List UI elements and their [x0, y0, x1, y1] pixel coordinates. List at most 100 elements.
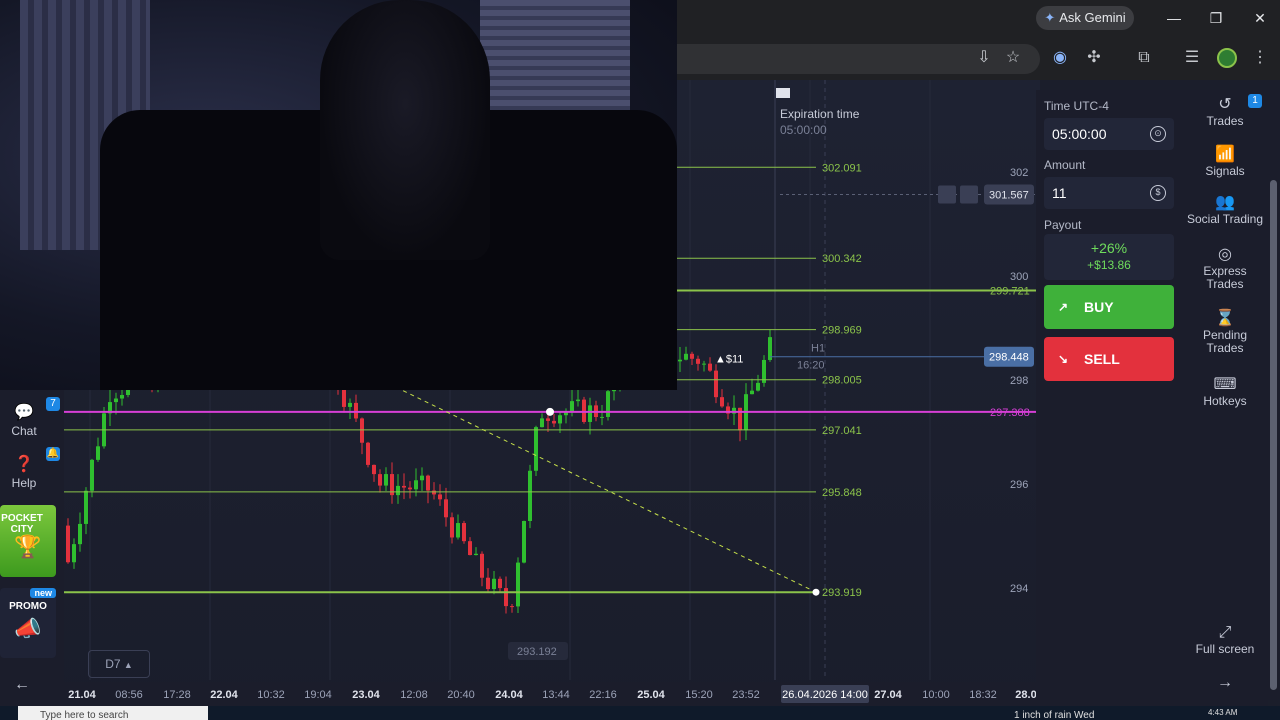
candle-body [114, 398, 118, 403]
candle-body [600, 416, 604, 418]
candle-body [552, 420, 556, 424]
time-tick-label: 10:00 [922, 689, 950, 701]
arrow-up-right-icon: ↗ [1058, 300, 1069, 314]
trades-badge: 1 [1248, 94, 1262, 108]
candle-body [588, 405, 592, 422]
candle-body [534, 427, 538, 471]
sell-button[interactable]: ↘ SELL [1044, 337, 1174, 381]
candle-body [528, 470, 532, 521]
candle-body [570, 401, 574, 412]
buy-button[interactable]: ↗ BUY [1044, 285, 1174, 329]
chat-label: Chat [11, 424, 37, 438]
nav-social-label: Social Trading [1186, 212, 1264, 226]
extension-circle-icon[interactable]: ◉ [1046, 44, 1074, 72]
pocket-city-banner[interactable]: POCKET CITY 🏆 [0, 505, 56, 577]
time-tick-label: 10:32 [257, 689, 285, 701]
candle-body [678, 359, 682, 362]
nav-express-trades[interactable]: ◎ Express Trades [1182, 246, 1268, 291]
nav-fullscreen[interactable]: ⤢ Full screen [1182, 625, 1268, 656]
taskbar-search[interactable]: Type here to search [18, 706, 208, 720]
candle-body [96, 446, 100, 460]
crosshair-price: 301.567 [989, 190, 1029, 202]
level-label: 293.919 [822, 587, 862, 599]
restore-button[interactable]: ❐ [1196, 6, 1236, 30]
megaphone-icon: 📣 [14, 616, 42, 641]
pocket-city-trophy-icon: 🏆 [14, 534, 42, 559]
help-icon: ❓ [14, 456, 34, 473]
extensions-puzzle-icon[interactable]: ✣ [1080, 44, 1108, 72]
candle-body [540, 418, 544, 428]
hourglass-icon: ⌛ [1215, 310, 1235, 327]
candle-body [366, 442, 370, 465]
menu-kebab-icon[interactable]: ⋮ [1246, 44, 1274, 72]
price-tick-label: 302 [1010, 167, 1028, 179]
tab-search-icon[interactable]: ⧉ [1130, 44, 1158, 72]
nav-social-trading[interactable]: 👥 Social Trading [1182, 195, 1268, 226]
nav-hotkeys-label: Hotkeys [1203, 394, 1247, 408]
time-tick-label: 23:52 [732, 689, 760, 701]
profile-avatar[interactable] [1217, 48, 1237, 68]
chevron-up-icon: ▲ [123, 660, 133, 670]
candle-body [456, 523, 460, 538]
candle-body [396, 485, 400, 496]
candle-body [576, 399, 580, 402]
nav-pending-trades[interactable]: ⌛ Pending Trades [1182, 310, 1268, 355]
candle-body [414, 480, 418, 490]
level-label: 298.005 [822, 375, 862, 387]
help-bell-badge: 🔔 [46, 447, 60, 461]
candle-body [348, 402, 352, 407]
time-value: 05:00:00 [1052, 126, 1107, 142]
time-tick-label: 23.04 [352, 689, 380, 701]
time-tick-label: 22:16 [589, 689, 617, 701]
help-button[interactable]: ❓ Help [0, 454, 48, 490]
candle-body [486, 577, 490, 590]
scrollbar[interactable] [1268, 90, 1280, 700]
price-tick-label: 298 [1010, 375, 1028, 387]
time-tick-label: 15:20 [685, 689, 713, 701]
time-tick-label: 25.04 [637, 689, 665, 701]
candle-body [90, 459, 94, 491]
candle-body [582, 399, 586, 422]
target-icon: ◎ [1218, 246, 1232, 263]
candle-body [480, 553, 484, 578]
chat-button[interactable]: 💬 Chat [0, 402, 48, 438]
candle-body [708, 363, 712, 371]
install-app-icon[interactable]: ⇩ [970, 44, 998, 72]
timeframe-label: H1 [811, 343, 825, 355]
candle-body [474, 553, 478, 556]
bookmark-star-icon[interactable]: ☆ [999, 44, 1027, 72]
candle-body [696, 358, 700, 364]
timeframe-selector[interactable]: D7 ▲ [88, 650, 150, 678]
candle-body [516, 562, 520, 607]
low-price-label: 293.192 [517, 646, 557, 658]
dollar-icon[interactable]: $ [1150, 185, 1166, 201]
candle-body [342, 389, 346, 407]
candle-body [684, 353, 688, 360]
time-tick-label: 24.04 [495, 689, 523, 701]
minimize-button[interactable]: — [1154, 6, 1194, 30]
trend-line-end-dot [812, 588, 820, 596]
arrow-right-icon[interactable]: → [1182, 675, 1268, 691]
right-nav: ↺ Trades 1 📶 Signals 👥 Social Trading ◎ Expr… [1182, 90, 1268, 720]
windows-taskbar: Type here to search 1 inch of rain Wed 4… [0, 706, 1280, 720]
nav-signals-label: Signals [1205, 164, 1245, 178]
nav-signals[interactable]: 📶 Signals [1182, 147, 1268, 178]
candle-body [510, 606, 514, 608]
timer-icon[interactable]: ⊙ [1150, 126, 1166, 142]
arrow-left-icon[interactable]: ← [14, 676, 30, 694]
clock-time: 4:43 AM [1208, 708, 1238, 717]
time-input[interactable]: 05:00:00 ⊙ [1044, 118, 1174, 150]
time-tick-label: 21.04 [68, 689, 96, 701]
payout-percent: +26% [1090, 240, 1128, 256]
amount-input[interactable]: 11 $ [1044, 177, 1174, 209]
payout-label: Payout [1044, 218, 1082, 232]
media-controls-icon[interactable]: ☰ [1178, 44, 1206, 72]
time-tick-label: 12:08 [400, 689, 428, 701]
candle-body [714, 370, 718, 398]
promo-banner[interactable]: new PROMO 📣 [0, 588, 56, 658]
nav-hotkeys[interactable]: ⌨ Hotkeys [1182, 377, 1268, 408]
close-window-button[interactable]: ✕ [1240, 6, 1280, 30]
weather-text: 1 inch of rain Wed [1014, 710, 1095, 720]
scroll-thumb[interactable] [1270, 180, 1277, 690]
ask-gemini-button[interactable]: ✦ Ask Gemini [1036, 6, 1134, 30]
